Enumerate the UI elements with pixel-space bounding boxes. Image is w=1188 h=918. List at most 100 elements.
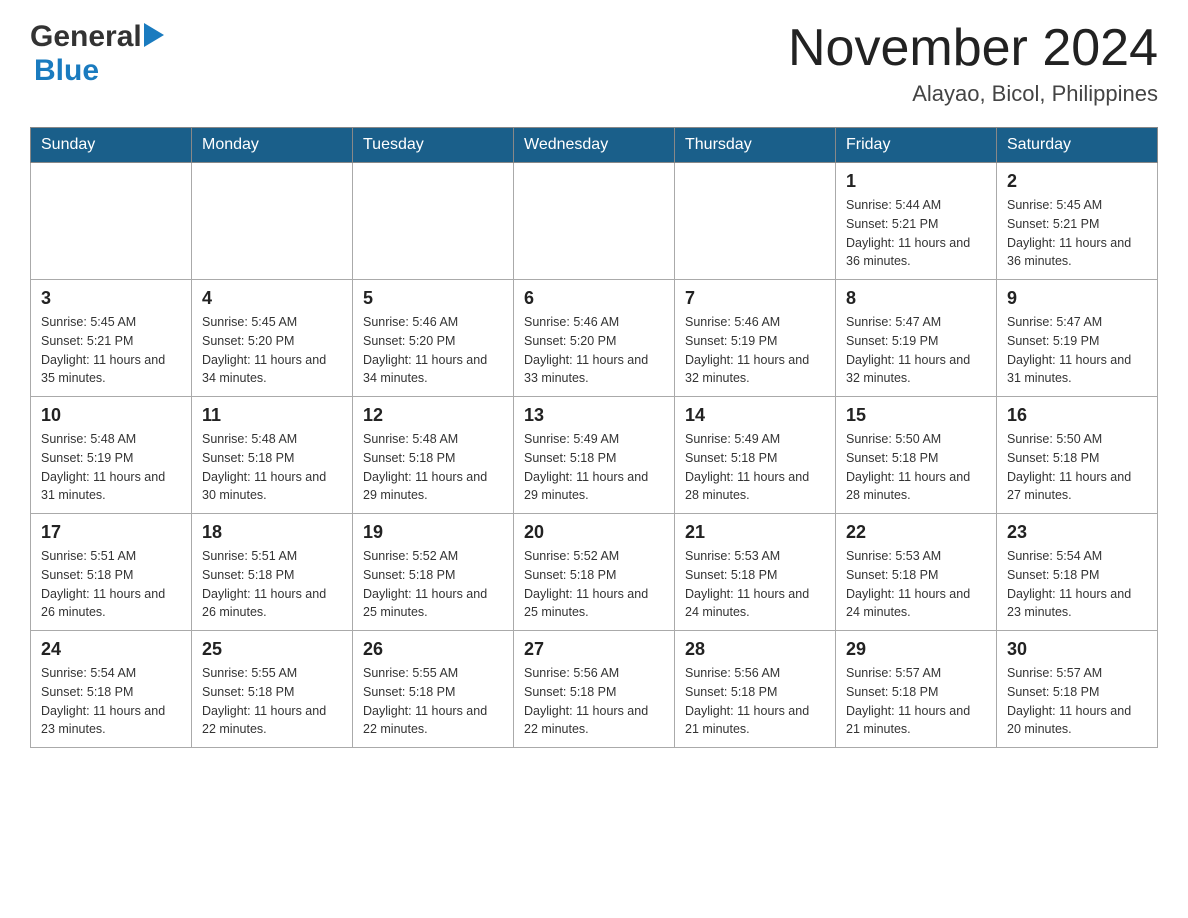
day-info: Sunrise: 5:51 AMSunset: 5:18 PMDaylight:… (202, 547, 342, 622)
calendar-cell: 26 Sunrise: 5:55 AMSunset: 5:18 PMDayligh… (353, 631, 514, 748)
calendar-cell: 17Sunrise: 5:51 AMSunset: 5:18 PMDayligh… (31, 514, 192, 631)
day-info: Sunrise: 5:50 AMSunset: 5:18 PMDaylight:… (846, 430, 986, 505)
week-row-3: 10Sunrise: 5:48 AMSunset: 5:19 PMDayligh… (31, 397, 1158, 514)
day-info: Sunrise: 5:51 AMSunset: 5:18 PMDaylight:… (41, 547, 181, 622)
day-number: 1 (846, 171, 986, 192)
week-row-1: 1 Sunrise: 5:44 AMSunset: 5:21 PMDaylight… (31, 163, 1158, 280)
calendar-cell: 16 Sunrise: 5:50 AMSunset: 5:18 PMDayligh… (997, 397, 1158, 514)
day-number: 18 (202, 522, 342, 543)
calendar-cell: 7Sunrise: 5:46 AMSunset: 5:19 PMDaylight… (675, 280, 836, 397)
weekday-header-thursday: Thursday (675, 128, 836, 163)
calendar-cell: 24Sunrise: 5:54 AMSunset: 5:18 PMDayligh… (31, 631, 192, 748)
calendar-cell: 15 Sunrise: 5:50 AMSunset: 5:18 PMDayligh… (836, 397, 997, 514)
week-row-2: 3 Sunrise: 5:45 AMSunset: 5:21 PMDaylight… (31, 280, 1158, 397)
day-number: 2 (1007, 171, 1147, 192)
weekday-header-friday: Friday (836, 128, 997, 163)
location-text: Alayao, Bicol, Philippines (788, 81, 1158, 107)
day-number: 30 (1007, 639, 1147, 660)
day-info: Sunrise: 5:48 AMSunset: 5:18 PMDaylight:… (202, 430, 342, 505)
day-info: Sunrise: 5:46 AMSunset: 5:20 PMDaylight:… (524, 313, 664, 388)
calendar-cell: 9 Sunrise: 5:47 AMSunset: 5:19 PMDaylight… (997, 280, 1158, 397)
day-number: 15 (846, 405, 986, 426)
day-info: Sunrise: 5:54 AMSunset: 5:18 PMDaylight:… (41, 664, 181, 739)
day-info: Sunrise: 5:46 AMSunset: 5:19 PMDaylight:… (685, 313, 825, 388)
calendar-cell: 1 Sunrise: 5:44 AMSunset: 5:21 PMDaylight… (836, 163, 997, 280)
day-info: Sunrise: 5:47 AMSunset: 5:19 PMDaylight:… (846, 313, 986, 388)
calendar-cell: 23 Sunrise: 5:54 AMSunset: 5:18 PMDayligh… (997, 514, 1158, 631)
day-number: 26 (363, 639, 503, 660)
day-number: 21 (685, 522, 825, 543)
day-info: Sunrise: 5:56 AMSunset: 5:18 PMDaylight:… (685, 664, 825, 739)
day-info: Sunrise: 5:47 AMSunset: 5:19 PMDaylight:… (1007, 313, 1147, 388)
logo-general-text: General (30, 20, 142, 54)
day-info: Sunrise: 5:52 AMSunset: 5:18 PMDaylight:… (524, 547, 664, 622)
day-number: 16 (1007, 405, 1147, 426)
day-info: Sunrise: 5:52 AMSunset: 5:18 PMDaylight:… (363, 547, 503, 622)
logo: General Blue (30, 20, 164, 88)
day-number: 5 (363, 288, 503, 309)
calendar-cell: 12 Sunrise: 5:48 AMSunset: 5:18 PMDayligh… (353, 397, 514, 514)
day-number: 29 (846, 639, 986, 660)
weekday-header-wednesday: Wednesday (514, 128, 675, 163)
calendar-cell: 22 Sunrise: 5:53 AMSunset: 5:18 PMDayligh… (836, 514, 997, 631)
calendar-cell: 2 Sunrise: 5:45 AMSunset: 5:21 PMDaylight… (997, 163, 1158, 280)
day-info: Sunrise: 5:50 AMSunset: 5:18 PMDaylight:… (1007, 430, 1147, 505)
calendar-cell: 18 Sunrise: 5:51 AMSunset: 5:18 PMDayligh… (192, 514, 353, 631)
day-info: Sunrise: 5:56 AMSunset: 5:18 PMDaylight:… (524, 664, 664, 739)
day-number: 14 (685, 405, 825, 426)
calendar-cell: 14Sunrise: 5:49 AMSunset: 5:18 PMDayligh… (675, 397, 836, 514)
day-info: Sunrise: 5:45 AMSunset: 5:21 PMDaylight:… (41, 313, 181, 388)
logo-triangle-icon (144, 23, 164, 52)
calendar-cell: 13Sunrise: 5:49 AMSunset: 5:18 PMDayligh… (514, 397, 675, 514)
day-number: 23 (1007, 522, 1147, 543)
logo-blue-text: Blue (34, 54, 99, 87)
calendar-cell: 10Sunrise: 5:48 AMSunset: 5:19 PMDayligh… (31, 397, 192, 514)
calendar-cell: 6 Sunrise: 5:46 AMSunset: 5:20 PMDaylight… (514, 280, 675, 397)
day-number: 9 (1007, 288, 1147, 309)
calendar-table: SundayMondayTuesdayWednesdayThursdayFrid… (30, 127, 1158, 748)
title-block: November 2024 Alayao, Bicol, Philippines (788, 20, 1158, 107)
day-info: Sunrise: 5:44 AMSunset: 5:21 PMDaylight:… (846, 196, 986, 271)
day-info: Sunrise: 5:49 AMSunset: 5:18 PMDaylight:… (524, 430, 664, 505)
day-info: Sunrise: 5:53 AMSunset: 5:18 PMDaylight:… (846, 547, 986, 622)
calendar-cell: 8 Sunrise: 5:47 AMSunset: 5:19 PMDaylight… (836, 280, 997, 397)
day-number: 6 (524, 288, 664, 309)
month-title: November 2024 (788, 20, 1158, 77)
week-row-5: 24Sunrise: 5:54 AMSunset: 5:18 PMDayligh… (31, 631, 1158, 748)
calendar-cell: 11Sunrise: 5:48 AMSunset: 5:18 PMDayligh… (192, 397, 353, 514)
day-number: 22 (846, 522, 986, 543)
calendar-cell: 25 Sunrise: 5:55 AMSunset: 5:18 PMDayligh… (192, 631, 353, 748)
calendar-cell (675, 163, 836, 280)
weekday-header-sunday: Sunday (31, 128, 192, 163)
calendar-cell: 20 Sunrise: 5:52 AMSunset: 5:18 PMDayligh… (514, 514, 675, 631)
week-row-4: 17Sunrise: 5:51 AMSunset: 5:18 PMDayligh… (31, 514, 1158, 631)
day-info: Sunrise: 5:54 AMSunset: 5:18 PMDaylight:… (1007, 547, 1147, 622)
calendar-cell (514, 163, 675, 280)
calendar-cell: 29 Sunrise: 5:57 AMSunset: 5:18 PMDayligh… (836, 631, 997, 748)
day-info: Sunrise: 5:55 AMSunset: 5:18 PMDaylight:… (202, 664, 342, 739)
day-number: 28 (685, 639, 825, 660)
calendar-cell: 4 Sunrise: 5:45 AMSunset: 5:20 PMDaylight… (192, 280, 353, 397)
day-number: 19 (363, 522, 503, 543)
calendar-cell: 28 Sunrise: 5:56 AMSunset: 5:18 PMDayligh… (675, 631, 836, 748)
day-info: Sunrise: 5:48 AMSunset: 5:18 PMDaylight:… (363, 430, 503, 505)
day-number: 25 (202, 639, 342, 660)
calendar-cell: 19 Sunrise: 5:52 AMSunset: 5:18 PMDayligh… (353, 514, 514, 631)
day-number: 10 (41, 405, 181, 426)
calendar-cell: 27Sunrise: 5:56 AMSunset: 5:18 PMDayligh… (514, 631, 675, 748)
day-info: Sunrise: 5:57 AMSunset: 5:18 PMDaylight:… (846, 664, 986, 739)
day-number: 20 (524, 522, 664, 543)
weekday-header-monday: Monday (192, 128, 353, 163)
day-info: Sunrise: 5:45 AMSunset: 5:20 PMDaylight:… (202, 313, 342, 388)
day-number: 12 (363, 405, 503, 426)
weekday-header-tuesday: Tuesday (353, 128, 514, 163)
day-info: Sunrise: 5:46 AMSunset: 5:20 PMDaylight:… (363, 313, 503, 388)
day-number: 3 (41, 288, 181, 309)
weekday-header-row: SundayMondayTuesdayWednesdayThursdayFrid… (31, 128, 1158, 163)
day-number: 4 (202, 288, 342, 309)
day-number: 8 (846, 288, 986, 309)
day-info: Sunrise: 5:45 AMSunset: 5:21 PMDaylight:… (1007, 196, 1147, 271)
day-info: Sunrise: 5:55 AMSunset: 5:18 PMDaylight:… (363, 664, 503, 739)
calendar-cell: 30Sunrise: 5:57 AMSunset: 5:18 PMDayligh… (997, 631, 1158, 748)
day-info: Sunrise: 5:53 AMSunset: 5:18 PMDaylight:… (685, 547, 825, 622)
